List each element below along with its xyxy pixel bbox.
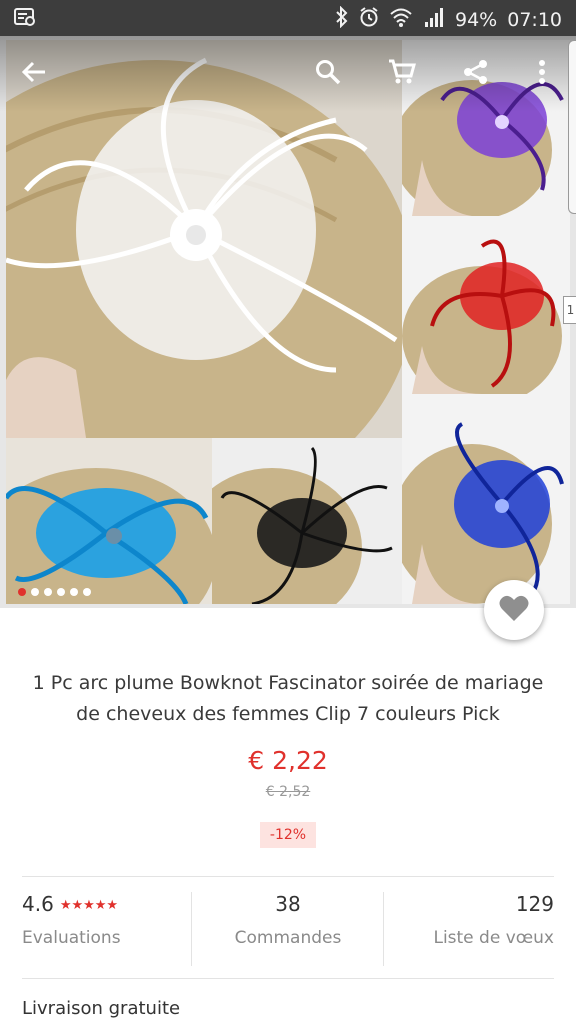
alarm-icon xyxy=(359,6,379,33)
rating-stars-icon: ★★★★★ xyxy=(59,898,119,913)
pager-dot[interactable] xyxy=(83,588,91,596)
gallery-pager xyxy=(18,588,91,596)
notification-icon xyxy=(14,7,36,32)
share-icon xyxy=(463,59,489,89)
pager-dot[interactable] xyxy=(44,588,52,596)
pager-dot[interactable] xyxy=(18,588,26,596)
back-button[interactable] xyxy=(14,54,54,94)
rating-value: 4.6 xyxy=(22,892,54,916)
product-title: 1 Pc arc plume Bowknot Fascinator soirée… xyxy=(32,672,544,725)
wishlist-count: 129 xyxy=(515,892,554,916)
pager-dot[interactable] xyxy=(57,588,65,596)
wishlist-label: Liste de vœux xyxy=(433,928,554,948)
bluetooth-icon xyxy=(335,5,349,33)
more-options-button[interactable] xyxy=(522,54,562,94)
product-image-red[interactable] xyxy=(402,216,570,394)
original-price: € 2,52 xyxy=(265,784,311,800)
edge-panel-handle[interactable] xyxy=(568,40,576,214)
cart-button[interactable] xyxy=(382,54,422,94)
divider xyxy=(22,978,554,979)
product-image-black[interactable] xyxy=(212,438,402,604)
cart-icon xyxy=(388,59,416,89)
signal-icon xyxy=(423,6,445,33)
share-button[interactable] xyxy=(456,54,496,94)
rating-stat[interactable]: 4.6 ★★★★★ Evaluations xyxy=(22,892,190,966)
discount-badge: -12% xyxy=(260,822,316,848)
battery-level: 94% xyxy=(455,8,498,31)
divider xyxy=(22,876,554,877)
product-image-royal-blue[interactable] xyxy=(402,394,570,604)
heart-icon xyxy=(499,594,529,626)
top-toolbar xyxy=(0,36,576,112)
product-price: € 2,22 xyxy=(248,746,328,775)
search-button[interactable] xyxy=(308,54,348,94)
shipping-info[interactable]: Livraison gratuite xyxy=(22,998,180,1019)
search-icon xyxy=(315,59,341,89)
wishlist-button[interactable] xyxy=(484,580,544,640)
wifi-icon xyxy=(389,6,413,33)
evaluations-label: Evaluations xyxy=(22,928,121,948)
orders-label: Commandes xyxy=(234,928,342,948)
clock: 07:10 xyxy=(507,8,562,31)
wishlist-stat[interactable]: 129 Liste de vœux xyxy=(384,892,554,966)
product-stats: 4.6 ★★★★★ Evaluations 38 Commandes 129 Li… xyxy=(22,892,554,966)
orders-stat[interactable]: 38 Commandes xyxy=(192,892,384,966)
product-image-sky-blue[interactable] xyxy=(6,438,212,604)
image-counter-tab[interactable]: 1 xyxy=(563,296,576,324)
pager-dot[interactable] xyxy=(31,588,39,596)
pager-dot[interactable] xyxy=(70,588,78,596)
orders-count: 38 xyxy=(275,892,301,916)
product-image-gallery[interactable] xyxy=(0,36,576,608)
status-bar: 94% 07:10 xyxy=(0,0,576,36)
more-vert-icon xyxy=(538,59,546,89)
arrow-back-icon xyxy=(21,60,47,88)
